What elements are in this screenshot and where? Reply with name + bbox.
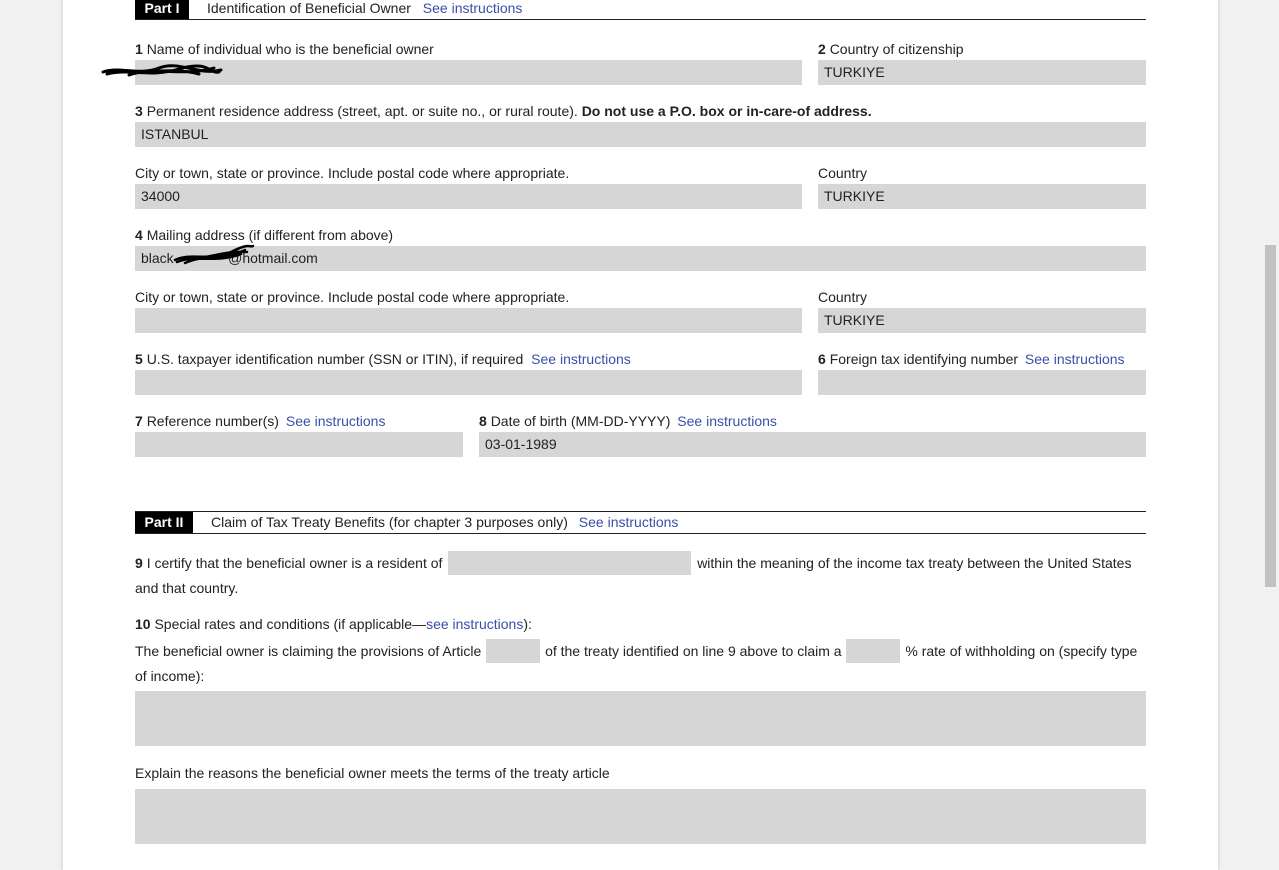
line3-country-label: Country	[818, 165, 868, 181]
part1-badge: Part I	[135, 0, 189, 19]
residence-country-field[interactable]: TURKIYE	[818, 184, 1146, 209]
line4-label: 4 Mailing address (if different from abo…	[135, 227, 393, 243]
line8-number: 8	[479, 413, 487, 429]
us-tin-field[interactable]	[135, 370, 802, 395]
part1-header: Part I Identification of Beneficial Owne…	[135, 0, 1146, 20]
line2-label: 2 Country of citizenship	[818, 41, 964, 57]
part1-title: Identification of Beneficial Owner See i…	[207, 0, 522, 16]
line9-text-after: within the meaning of the income tax tre…	[697, 555, 1132, 571]
line5-label: 5 U.S. taxpayer identification number (S…	[135, 351, 631, 367]
line4-country-label: Country	[818, 289, 868, 305]
line10-number: 10	[135, 616, 151, 632]
redaction-scribble	[173, 244, 255, 265]
line8-label: 8 Date of birth (MM-DD-YYYY) See instruc…	[479, 413, 777, 429]
line9-text: 9 I certify that the beneficial owner is…	[135, 551, 1146, 600]
reference-number-field[interactable]	[135, 432, 463, 457]
line4-label-text: Mailing address (if different from above…	[146, 227, 394, 243]
treaty-country-field[interactable]	[448, 551, 692, 576]
line10-label-text: Special rates and conditions (if applica…	[154, 616, 427, 632]
line7-instructions-link[interactable]: See instructions	[286, 413, 386, 429]
line8-label-text: Date of birth (MM-DD-YYYY)	[490, 413, 671, 429]
line5-label-text: U.S. taxpayer identification number (SSN…	[146, 351, 524, 367]
line10-text: The beneficial owner is claiming the pro…	[135, 639, 1146, 688]
line6-label: 6 Foreign tax identifying number See ins…	[818, 351, 1125, 367]
part1-instructions-link[interactable]: See instructions	[423, 0, 523, 16]
line9-number: 9	[135, 555, 143, 571]
part2-badge: Part II	[135, 512, 193, 533]
line1-label: 1 Name of individual who is the benefici…	[135, 41, 434, 57]
part2-header: Part II Claim of Tax Treaty Benefits (fo…	[135, 511, 1146, 534]
line6-number: 6	[818, 351, 826, 367]
line10-text-c: % rate of withholding on (specify type	[905, 643, 1138, 659]
line1-label-text: Name of individual who is the beneficial…	[146, 41, 434, 57]
line9-text-line2: and that country.	[135, 580, 239, 597]
line1-number: 1	[135, 41, 143, 57]
line6-label-text: Foreign tax identifying number	[829, 351, 1019, 367]
residence-address-field[interactable]: ISTANBUL	[135, 122, 1146, 147]
line3-warning: Do not use a P.O. box or in-care-of addr…	[581, 103, 872, 119]
mailing-country-field[interactable]: TURKIYE	[818, 308, 1146, 333]
line7-number: 7	[135, 413, 143, 429]
redaction-scribble	[101, 64, 223, 77]
line10-text-line2: of income):	[135, 668, 205, 685]
line9-text-before: I certify that the beneficial owner is a…	[146, 555, 443, 571]
beneficial-owner-name-field[interactable]	[135, 60, 802, 85]
line10-text-b: of the treaty identified on line 9 above…	[545, 643, 842, 659]
line10-label-end: ):	[523, 616, 532, 632]
residence-city-field[interactable]: 34000	[135, 184, 802, 209]
part2-instructions-link[interactable]: See instructions	[579, 514, 679, 530]
line10-label: 10 Special rates and conditions (if appl…	[135, 616, 532, 632]
scrollbar-thumb[interactable]	[1265, 245, 1276, 587]
line5-instructions-link[interactable]: See instructions	[531, 351, 631, 367]
line3-label: 3 Permanent residence address (street, a…	[135, 103, 872, 119]
line3-number: 3	[135, 103, 143, 119]
treaty-article-field[interactable]	[486, 639, 541, 664]
line5-number: 5	[135, 351, 143, 367]
line2-label-text: Country of citizenship	[829, 41, 964, 57]
income-type-field[interactable]	[135, 691, 1146, 746]
line7-label-text: Reference number(s)	[146, 413, 279, 429]
part1-title-text: Identification of Beneficial Owner	[207, 0, 411, 16]
line2-number: 2	[818, 41, 826, 57]
form-page: Part I Identification of Beneficial Owne…	[63, 0, 1218, 870]
line4-city-label: City or town, state or province. Include…	[135, 289, 570, 305]
mailing-city-field[interactable]	[135, 308, 802, 333]
line3-city-label: City or town, state or province. Include…	[135, 165, 570, 181]
withholding-rate-field[interactable]	[846, 639, 901, 664]
line10-instructions-link[interactable]: see instructions	[426, 616, 523, 632]
line10-text-a: The beneficial owner is claiming the pro…	[135, 643, 482, 659]
line4-number: 4	[135, 227, 143, 243]
line6-instructions-link[interactable]: See instructions	[1025, 351, 1125, 367]
explain-reasons-field[interactable]	[135, 789, 1146, 844]
foreign-tin-field[interactable]	[818, 370, 1146, 395]
explain-label: Explain the reasons the beneficial owner…	[135, 765, 610, 781]
part2-title-text: Claim of Tax Treaty Benefits (for chapte…	[211, 514, 568, 530]
part2-title: Claim of Tax Treaty Benefits (for chapte…	[211, 514, 678, 530]
vertical-scrollbar[interactable]	[1262, 0, 1279, 870]
line8-instructions-link[interactable]: See instructions	[677, 413, 777, 429]
citizenship-country-field[interactable]: TURKIYE	[818, 60, 1146, 85]
date-of-birth-field[interactable]: 03-01-1989	[479, 432, 1146, 457]
line7-label: 7 Reference number(s) See instructions	[135, 413, 385, 429]
mailing-address-field[interactable]: black @hotmail.com	[135, 246, 1146, 271]
line3-label-text: Permanent residence address (street, apt…	[146, 103, 578, 119]
